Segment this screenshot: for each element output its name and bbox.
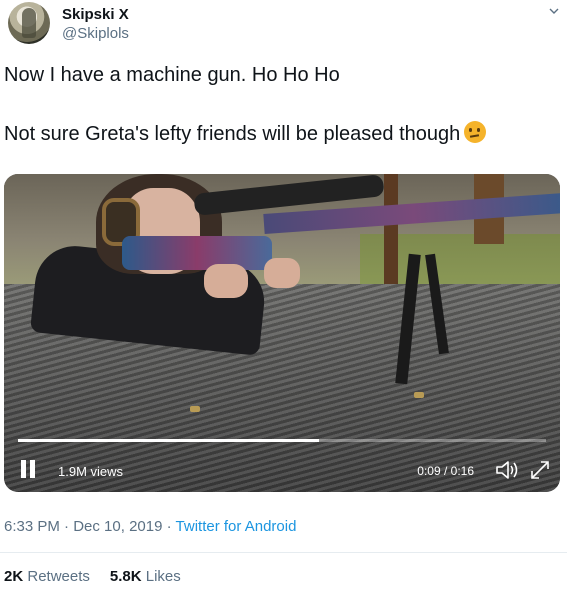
meta-separator: · xyxy=(64,518,70,535)
view-count: 1.9M views xyxy=(58,464,124,479)
tweet-text: Now I have a machine gun. Ho Ho Ho Not s… xyxy=(4,62,487,147)
volume-icon[interactable] xyxy=(494,458,520,482)
tweet-stats: 2K Retweets 5.8K Likes xyxy=(4,568,181,585)
tweet-line-2-text: Not sure Greta's lefty friends will be p… xyxy=(4,123,461,145)
retweets-stat[interactable]: 2K Retweets xyxy=(4,568,90,585)
meta-separator: · xyxy=(166,518,172,535)
video-progress-fill xyxy=(18,439,319,442)
thinking-face-icon xyxy=(464,121,487,143)
avatar[interactable] xyxy=(8,2,50,44)
display-name[interactable]: Skipski X xyxy=(62,6,129,23)
video-progress-bar[interactable] xyxy=(18,439,546,442)
pause-icon[interactable] xyxy=(20,460,36,478)
divider xyxy=(0,552,567,553)
video-controls: 1.9M views 0:09 / 0:16 xyxy=(4,444,560,492)
likes-stat[interactable]: 5.8K Likes xyxy=(110,568,181,585)
tweet-time[interactable]: 6:33 PM xyxy=(4,518,60,535)
likes-count: 5.8K xyxy=(109,568,142,585)
video-time: 0:09 / 0:16 xyxy=(417,464,474,478)
tweet-line-1: Now I have a machine gun. Ho Ho Ho xyxy=(4,64,340,86)
tweet-line-2: Not sure Greta's lefty friends will be p… xyxy=(4,121,487,147)
retweets-count: 2K xyxy=(4,568,24,585)
video-post xyxy=(384,174,398,284)
video-hand xyxy=(264,258,300,288)
video-shell xyxy=(414,392,424,398)
video-hand xyxy=(204,264,248,298)
retweets-label: Retweets xyxy=(27,568,90,585)
tweet-date[interactable]: Dec 10, 2019 xyxy=(73,518,162,535)
video-rifle-stock xyxy=(122,236,272,270)
likes-label: Likes xyxy=(145,568,181,585)
user-handle[interactable]: @Skiplols xyxy=(62,25,129,42)
chevron-down-icon[interactable] xyxy=(549,6,559,16)
video-shell xyxy=(190,406,200,412)
tweet-meta: 6:33 PM · Dec 10, 2019 · Twitter for And… xyxy=(4,518,296,535)
tweet-source-link[interactable]: Twitter for Android xyxy=(176,518,297,535)
expand-icon[interactable] xyxy=(528,458,552,482)
video-player[interactable]: 1.9M views 0:09 / 0:16 xyxy=(4,174,560,492)
